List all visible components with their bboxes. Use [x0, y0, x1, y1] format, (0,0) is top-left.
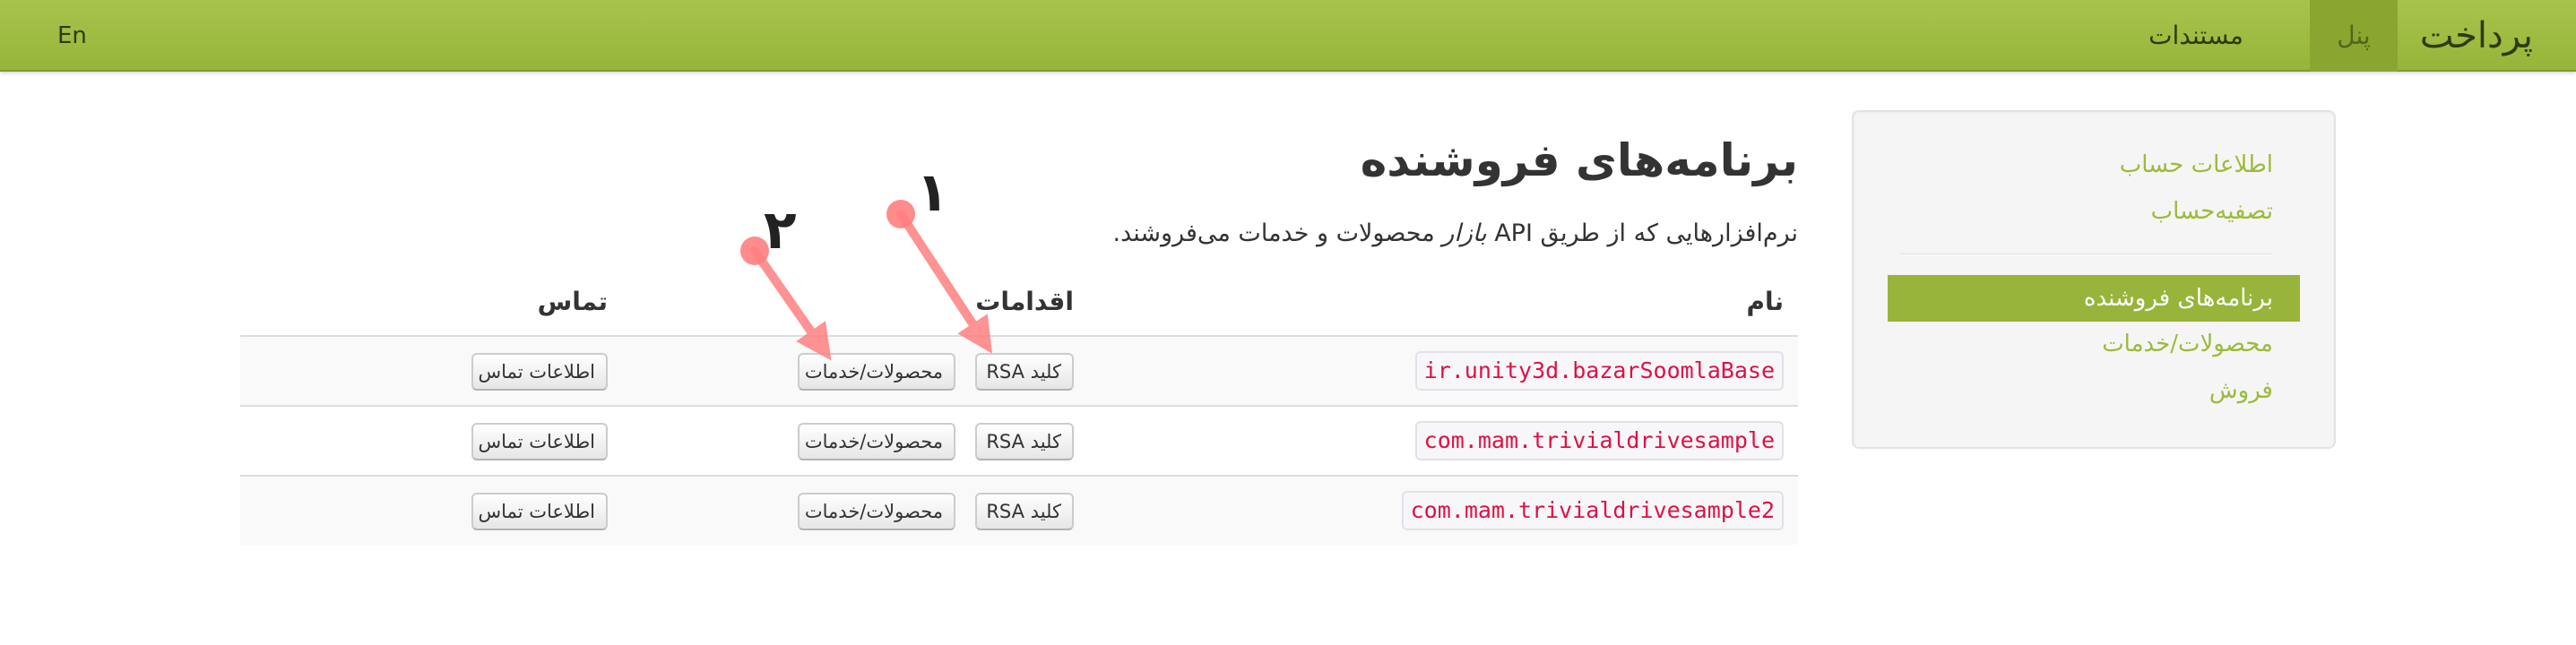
products-button[interactable]: محصولات/خدمات — [798, 423, 955, 460]
nav-item-panel[interactable]: پنل — [2310, 0, 2398, 72]
sidebar: اطلاعات حساب تصفیه‌حساب برنامه‌های فروشن… — [1852, 110, 2336, 449]
rsa-key-button[interactable]: کلید RSA — [975, 353, 1074, 391]
products-button[interactable]: محصولات/خدمات — [798, 353, 955, 391]
table-header: نام اقدامات تماس — [240, 280, 1798, 335]
table-row: com.mam.trivialdrivesample2 کلید RSA محص… — [240, 475, 1798, 545]
description-prefix: نرم‌افزارهایی که از طریق API — [1494, 219, 1798, 247]
header-actions: اقدامات — [975, 287, 1074, 316]
contact-info-button[interactable]: اطلاعات تماس — [471, 493, 608, 530]
page-title: برنامه‌های فروشنده — [1360, 134, 1798, 186]
apps-table: نام اقدامات تماس ir.unity3d.bazarSoomlaB… — [240, 280, 1798, 545]
header-name: نام — [1746, 287, 1784, 316]
package-name: com.mam.trivialdrivesample2 — [1401, 491, 1784, 530]
description-emphasis: بازار — [1442, 219, 1487, 247]
sidebar-item-seller-apps[interactable]: برنامه‌های فروشنده — [1888, 275, 2300, 322]
table-row: com.mam.trivialdrivesample کلید RSA محصو… — [240, 405, 1798, 475]
package-name: com.mam.trivialdrivesample — [1414, 421, 1784, 460]
brand-logo[interactable]: پرداخت — [2420, 0, 2533, 72]
sidebar-item-settlement[interactable]: تصفیه‌حساب — [2151, 198, 2273, 225]
table-row: ir.unity3d.bazarSoomlaBase کلید RSA محصو… — [240, 335, 1798, 405]
sidebar-item-sales[interactable]: فروش — [2209, 377, 2273, 404]
language-switch[interactable]: En — [57, 0, 87, 72]
page-description: نرم‌افزارهایی که از طریق API بازار محصول… — [1113, 219, 1798, 247]
header-contact: تماس — [537, 287, 608, 316]
sidebar-item-account-info[interactable]: اطلاعات حساب — [2120, 151, 2273, 178]
package-name: ir.unity3d.bazarSoomlaBase — [1414, 351, 1784, 391]
contact-info-button[interactable]: اطلاعات تماس — [471, 423, 608, 460]
annotation-number-2: ۲ — [764, 199, 797, 262]
sidebar-divider — [1900, 254, 2273, 255]
rsa-key-button[interactable]: کلید RSA — [975, 493, 1074, 530]
contact-info-button[interactable]: اطلاعات تماس — [471, 353, 608, 391]
nav-item-docs[interactable]: مستندات — [2106, 0, 2286, 72]
products-button[interactable]: محصولات/خدمات — [798, 493, 955, 530]
description-suffix: محصولات و خدمات می‌فروشند. — [1112, 219, 1435, 247]
annotation-number-1: ۱ — [916, 161, 949, 224]
rsa-key-button[interactable]: کلید RSA — [975, 423, 1074, 460]
top-navbar: پرداخت پنل مستندات En — [0, 0, 2576, 72]
sidebar-item-products[interactable]: محصولات/خدمات — [2102, 331, 2273, 357]
